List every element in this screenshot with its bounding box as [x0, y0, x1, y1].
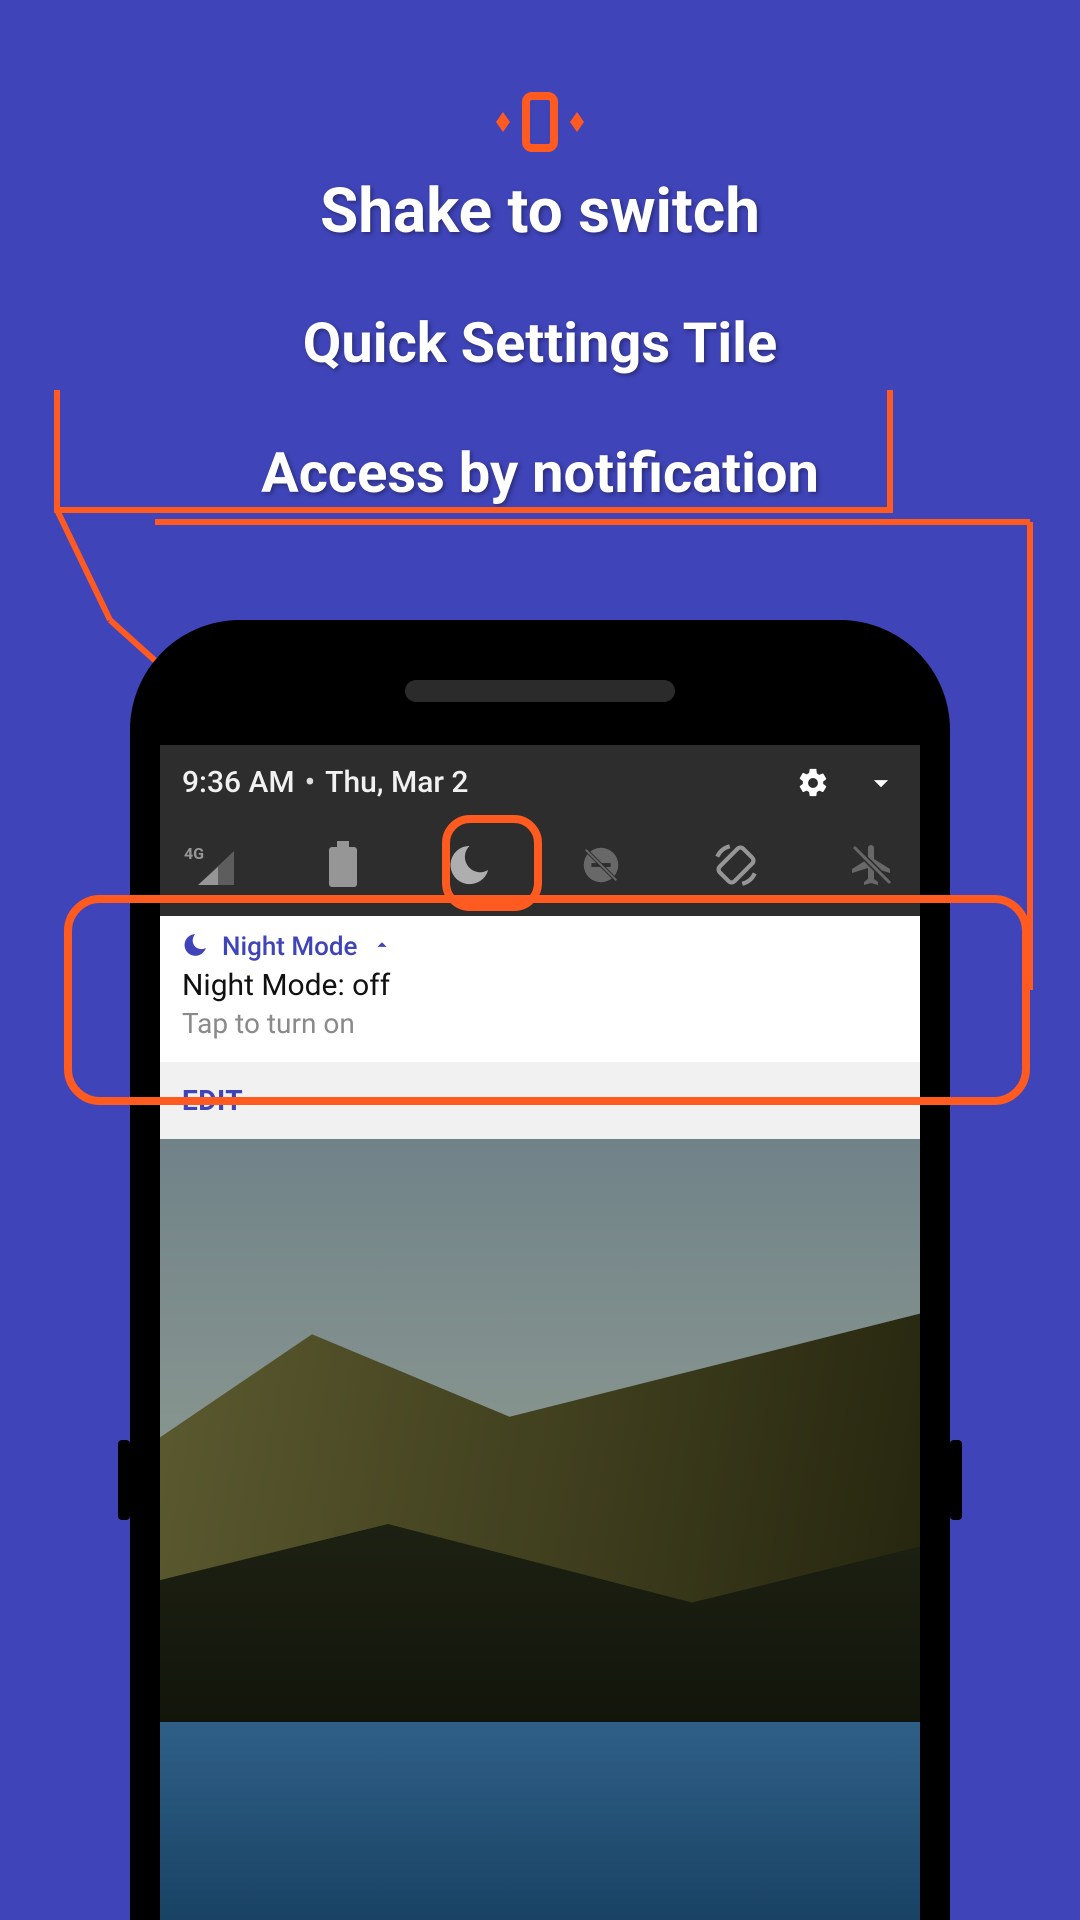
cellular-4g-icon[interactable]: 4G	[184, 843, 240, 887]
dnd-off-icon[interactable]	[578, 842, 624, 888]
auto-rotate-icon[interactable]	[711, 840, 761, 890]
title-quick-settings-tile: Quick Settings Tile	[0, 310, 1080, 376]
title-shake: Shake to switch	[0, 175, 1080, 248]
phone-side-button-right	[950, 1440, 962, 1520]
chevron-down-icon[interactable]	[864, 766, 898, 800]
airplane-off-icon[interactable]	[848, 841, 896, 889]
wallpaper	[160, 1095, 920, 1920]
battery-icon[interactable]	[327, 841, 359, 889]
phone-side-button-left	[118, 1440, 130, 1520]
qs-time: 9:36 AM	[182, 765, 295, 800]
phone-speaker	[405, 680, 675, 702]
svg-text:4G: 4G	[184, 844, 204, 863]
gear-icon[interactable]	[796, 766, 830, 800]
title-access-by-notification: Access by notification	[0, 440, 1080, 506]
shake-phone-icon	[492, 90, 588, 170]
callout-highlight-notification	[64, 895, 1030, 1105]
qs-separator: •	[295, 765, 326, 800]
qs-date: Thu, Mar 2	[325, 765, 468, 800]
phone-mockup: 9:36 AM • Thu, Mar 2 4G	[130, 620, 950, 1920]
